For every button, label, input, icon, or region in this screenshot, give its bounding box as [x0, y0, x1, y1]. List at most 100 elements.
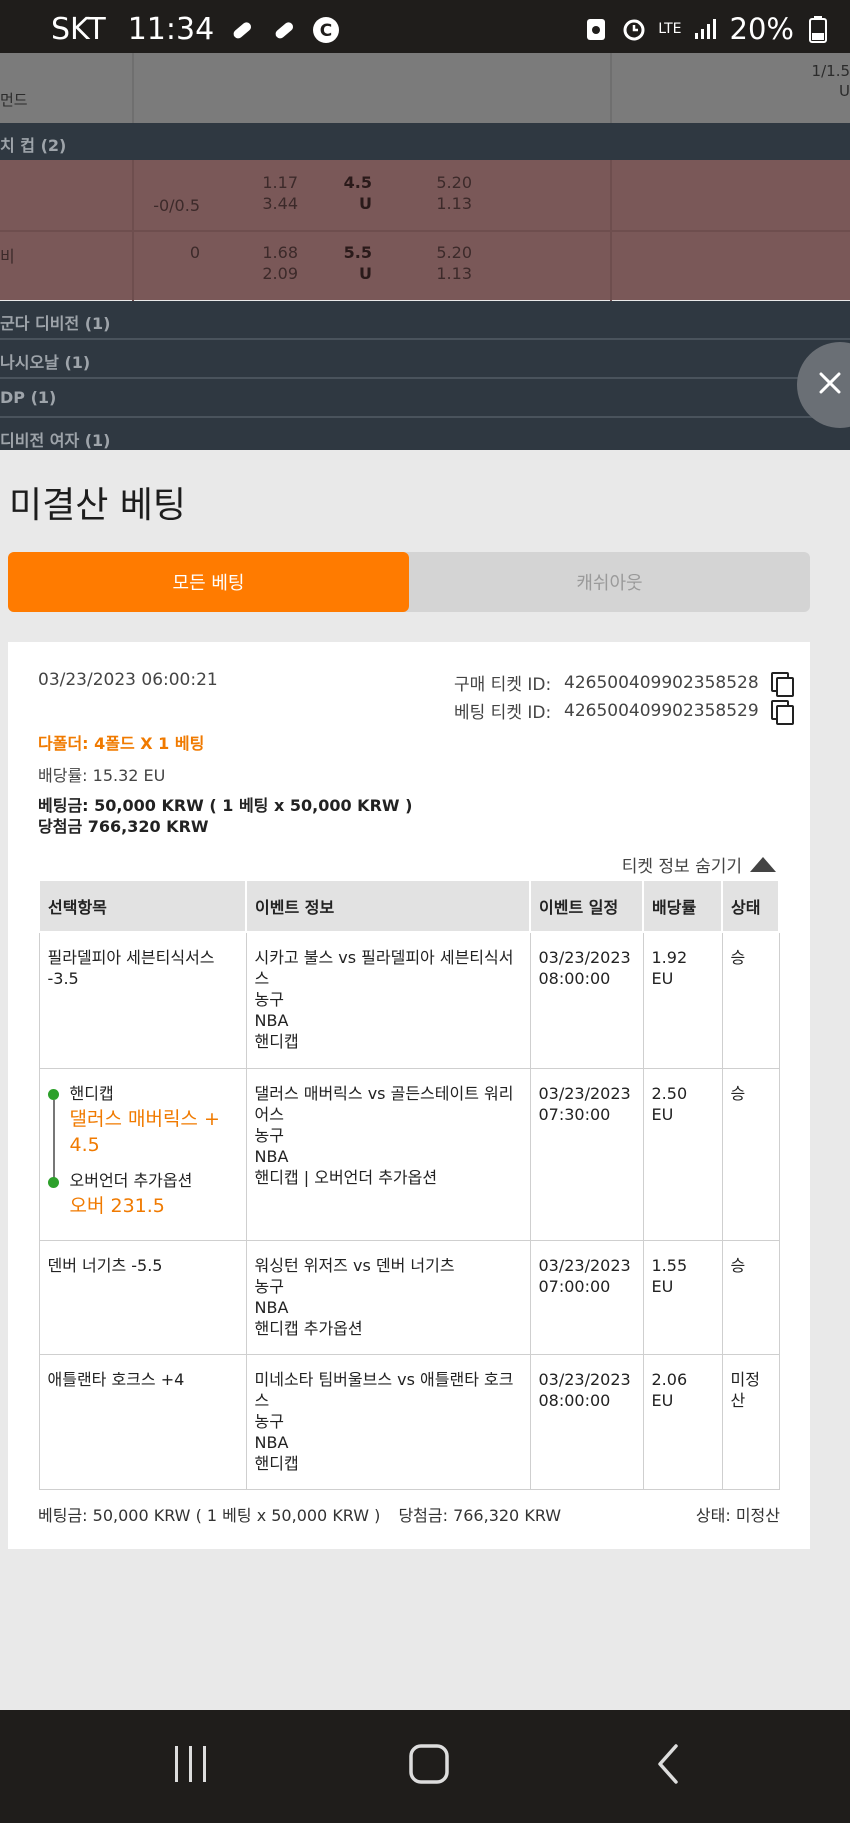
status-bar: SKT 11:34 C LTE 20%	[0, 0, 850, 53]
event-sport: 농구	[254, 1125, 284, 1145]
ticket-card: 03/23/2023 06:00:21 구매 티켓 ID: 4265004099…	[8, 642, 810, 1549]
odds-value[interactable]: 5.20	[420, 242, 472, 263]
odds-row[interactable]: -0/0.5 1.17 3.44 4.5 U 5.20 1.13	[0, 160, 850, 230]
event-sport: 농구	[254, 990, 284, 1009]
odds-line: 5.5	[343, 243, 372, 262]
bet-id-label: 베팅 티켓 ID:	[454, 703, 552, 723]
copy-icon[interactable]	[770, 671, 794, 697]
market-label: 핸디캡	[69, 1083, 114, 1103]
odds-team: 비	[0, 247, 15, 266]
event-schedule: 03/23/2023 07:30:00	[529, 1067, 644, 1241]
home-button[interactable]	[399, 1740, 459, 1792]
table-row: 핸디캡 댈러스 매버릭스 + 4.5 오버언더 추가옵션 오버 231.5 댈러…	[38, 1067, 780, 1241]
status-dot-icon	[47, 1088, 59, 1100]
event-league: NBA	[254, 1146, 289, 1166]
market-pick: 댈러스 매버릭스 + 4.5	[69, 1107, 220, 1156]
selection-odds: 1.55 EU	[642, 1239, 723, 1355]
column-header: 이벤트 정보	[245, 879, 531, 933]
selection-status: 승	[721, 931, 780, 1069]
odds-value[interactable]: 1.13	[420, 263, 472, 284]
odds-line: 4.5	[343, 173, 372, 192]
event-info: 미네소타 팀버울브스 vs 애틀랜타 호크스 농구 NBA 핸디캡	[245, 1353, 531, 1490]
clock: 11:34	[127, 12, 215, 47]
event-name: 미네소타 팀버울브스 vs 애틀랜타 호크스	[254, 1369, 514, 1410]
event-name: 시카고 불스 vs 필라델피아 세븐티식서스	[254, 948, 514, 988]
column-header: 이벤트 일정	[529, 879, 644, 933]
event-date: 03/23/2023	[538, 1255, 631, 1275]
event-sport: 농구	[254, 1411, 284, 1431]
event-league: NBA	[254, 1011, 289, 1030]
table-header-row: 선택항목 이벤트 정보 이벤트 일정 배당률 상태	[38, 879, 780, 933]
odds-value[interactable]: 2.09	[240, 263, 298, 284]
carrier-label: SKT	[51, 12, 106, 47]
event-info: 워싱턴 위저즈 vs 덴버 너기츠 농구 NBA 핸디캡 추가옵션	[245, 1239, 531, 1355]
event-market: 핸디캡	[254, 1032, 299, 1051]
event-date: 03/23/2023	[538, 1369, 631, 1389]
c-badge-icon: C	[312, 16, 340, 44]
odds-header-label: 먼드	[0, 91, 28, 109]
league-row[interactable]: 군다 디비전 (1)	[0, 301, 850, 338]
selection-status: 미정산	[721, 1353, 780, 1490]
footer-stake: 베팅금: 50,000 KRW ( 1 베팅 x 50,000 KRW )	[38, 1506, 381, 1525]
ticket-footer: 베팅금: 50,000 KRW ( 1 베팅 x 50,000 KRW ) 당첨…	[38, 1502, 780, 1526]
selection-pick-multi: 핸디캡 댈러스 매버릭스 + 4.5 오버언더 추가옵션 오버 231.5	[38, 1067, 247, 1241]
selection-pick: 덴버 너기츠 -5.5	[38, 1239, 247, 1355]
event-time: 08:00:00	[538, 969, 611, 988]
odds-value[interactable]: 1.13	[420, 193, 472, 214]
odds-value[interactable]: 3.44	[240, 193, 298, 214]
odds-value[interactable]: 5.20	[420, 172, 472, 193]
event-info: 댈러스 매버릭스 vs 골든스테이트 워리어스 농구 NBA 핸디캡 | 오버언…	[245, 1067, 531, 1241]
table-row: 필라델피아 세븐티식서스 -3.5 시카고 불스 vs 필라델피아 세븐티식서스…	[38, 931, 780, 1069]
market-pick: 오버 231.5	[69, 1194, 165, 1217]
event-info: 시카고 불스 vs 필라델피아 세븐티식서스 농구 NBA 핸디캡	[245, 931, 531, 1069]
ticket-date: 03/23/2023 06:00:21	[38, 670, 218, 690]
tab-all-bets[interactable]: 모든 베팅	[8, 552, 409, 612]
pill-icon-2	[270, 16, 298, 44]
odds-row[interactable]: 비 0 1.68 2.09 5.5 U 5.20 1.13	[0, 230, 850, 302]
odds-value[interactable]: 1.17	[240, 172, 298, 193]
odds-header-right: 1/1.5	[811, 62, 850, 80]
hide-info-label: 티켓 정보 숨기기	[621, 857, 742, 877]
event-league: NBA	[254, 1297, 289, 1317]
footer-winnings: 당첨금: 766,320 KRW	[398, 1506, 562, 1525]
triangle-up-icon	[750, 857, 776, 872]
total-odds: 배당률: 15.32 EU	[38, 766, 166, 785]
recent-apps-icon	[171, 1742, 211, 1790]
odds-header: 먼드 1/1.5 U	[0, 53, 850, 123]
copy-icon[interactable]	[770, 699, 794, 725]
selections-table: 선택항목 이벤트 정보 이벤트 일정 배당률 상태 필라델피아 세븐티식서스 -…	[38, 879, 780, 1490]
event-schedule: 03/23/2023 07:00:00	[529, 1239, 644, 1355]
signal-icon	[692, 15, 720, 43]
odds-header-right2: U	[839, 82, 850, 100]
bet-type: 다폴더: 4폴드 X 1 베팅	[38, 734, 205, 753]
league-row[interactable]: 나시오날 (1)	[0, 340, 850, 377]
table-row: 애틀랜타 호크스 +4 미네소타 팀버울브스 vs 애틀랜타 호크스 농구 NB…	[38, 1353, 780, 1490]
event-date: 03/23/2023	[538, 1083, 631, 1103]
selection-pick: 애틀랜타 호크스 +4	[38, 1353, 247, 1490]
selection-odds: 2.06 EU	[642, 1353, 723, 1490]
event-market: 핸디캡 | 오버언더 추가옵션	[254, 1167, 438, 1187]
svg-text:C: C	[320, 21, 332, 41]
event-name: 댈러스 매버릭스 vs 골든스테이트 워리어스	[254, 1083, 514, 1124]
league-row[interactable]: 치 컵 (2)	[0, 123, 850, 160]
league-row[interactable]: 디비전 여자 (1)	[0, 418, 850, 450]
recycle-icon	[582, 15, 610, 43]
odds-value[interactable]: 1.68	[240, 242, 298, 263]
back-icon	[652, 1742, 684, 1790]
selection-odds: 1.92 EU	[642, 931, 723, 1069]
footer-status: 상태: 미정산	[695, 1506, 780, 1525]
event-time: 07:30:00	[538, 1104, 611, 1124]
purchase-id-value: 426500409902358528	[564, 672, 759, 693]
close-icon	[818, 371, 842, 399]
battery-icon	[804, 15, 832, 43]
event-name: 워싱턴 위저즈 vs 덴버 너기츠	[254, 1255, 455, 1275]
network-label: LTE	[658, 20, 682, 37]
selection-odds: 2.50 EU	[642, 1067, 723, 1241]
winnings-amount: 당첨금 766,320 KRW	[38, 817, 209, 836]
hide-ticket-info-toggle[interactable]: 티켓 정보 숨기기	[622, 852, 776, 877]
league-row[interactable]: DP (1)	[0, 379, 850, 416]
back-button[interactable]	[638, 1740, 698, 1792]
tab-cashout[interactable]: 캐쉬아웃	[409, 552, 810, 612]
bet-ticket-id: 베팅 티켓 ID: 426500409902358529	[454, 698, 794, 725]
recent-apps-button[interactable]	[161, 1740, 221, 1792]
